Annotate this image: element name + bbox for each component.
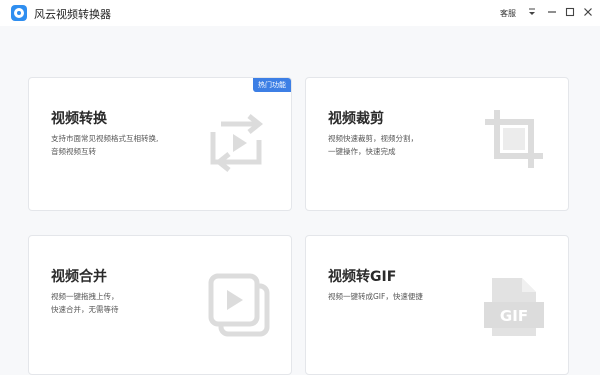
hot-feature-badge: 热门功能 [253, 78, 291, 92]
customer-service-button[interactable]: 客服 [500, 8, 516, 19]
card-title: 视频合并 [51, 269, 107, 285]
crop-icon [481, 106, 549, 178]
maximize-icon[interactable] [563, 5, 577, 19]
gif-icon-label: GIF [500, 307, 528, 325]
app-logo-icon [11, 5, 27, 21]
card-video-merge[interactable]: 视频合并 视频一键拖拽上传， 快速合并，无需等待 [28, 235, 292, 375]
merge-icon [207, 270, 273, 344]
card-title: 视频转换 [51, 111, 107, 127]
card-description: 视频一键转成GIF，快速便捷 [328, 292, 423, 301]
title-bar: 风云视频转换器 客服 [0, 0, 600, 26]
gif-icon: GIF [482, 274, 548, 348]
card-description: 支持市面常见视频格式互相转换, 音频视频互转 [51, 134, 159, 156]
minimize-icon[interactable] [545, 5, 559, 19]
card-video-convert[interactable]: 热门功能 视频转换 支持市面常见视频格式互相转换, 音频视频互转 [28, 77, 292, 211]
card-video-crop[interactable]: 视频裁剪 视频快速裁剪，视频分割， 一键操作，快速完成 [305, 77, 569, 211]
card-description: 视频一键拖拽上传， 快速合并，无需等待 [51, 292, 119, 314]
convert-icon [207, 110, 271, 176]
close-icon[interactable] [581, 5, 595, 19]
card-title: 视频裁剪 [328, 111, 384, 127]
menu-icon[interactable] [525, 5, 539, 19]
app-title: 风云视频转换器 [34, 8, 111, 21]
card-description: 视频快速裁剪，视频分割， 一键操作，快速完成 [328, 134, 418, 156]
card-video-to-gif[interactable]: 视频转GIF 视频一键转成GIF，快速便捷 GIF [305, 235, 569, 375]
card-title: 视频转GIF [328, 269, 397, 285]
